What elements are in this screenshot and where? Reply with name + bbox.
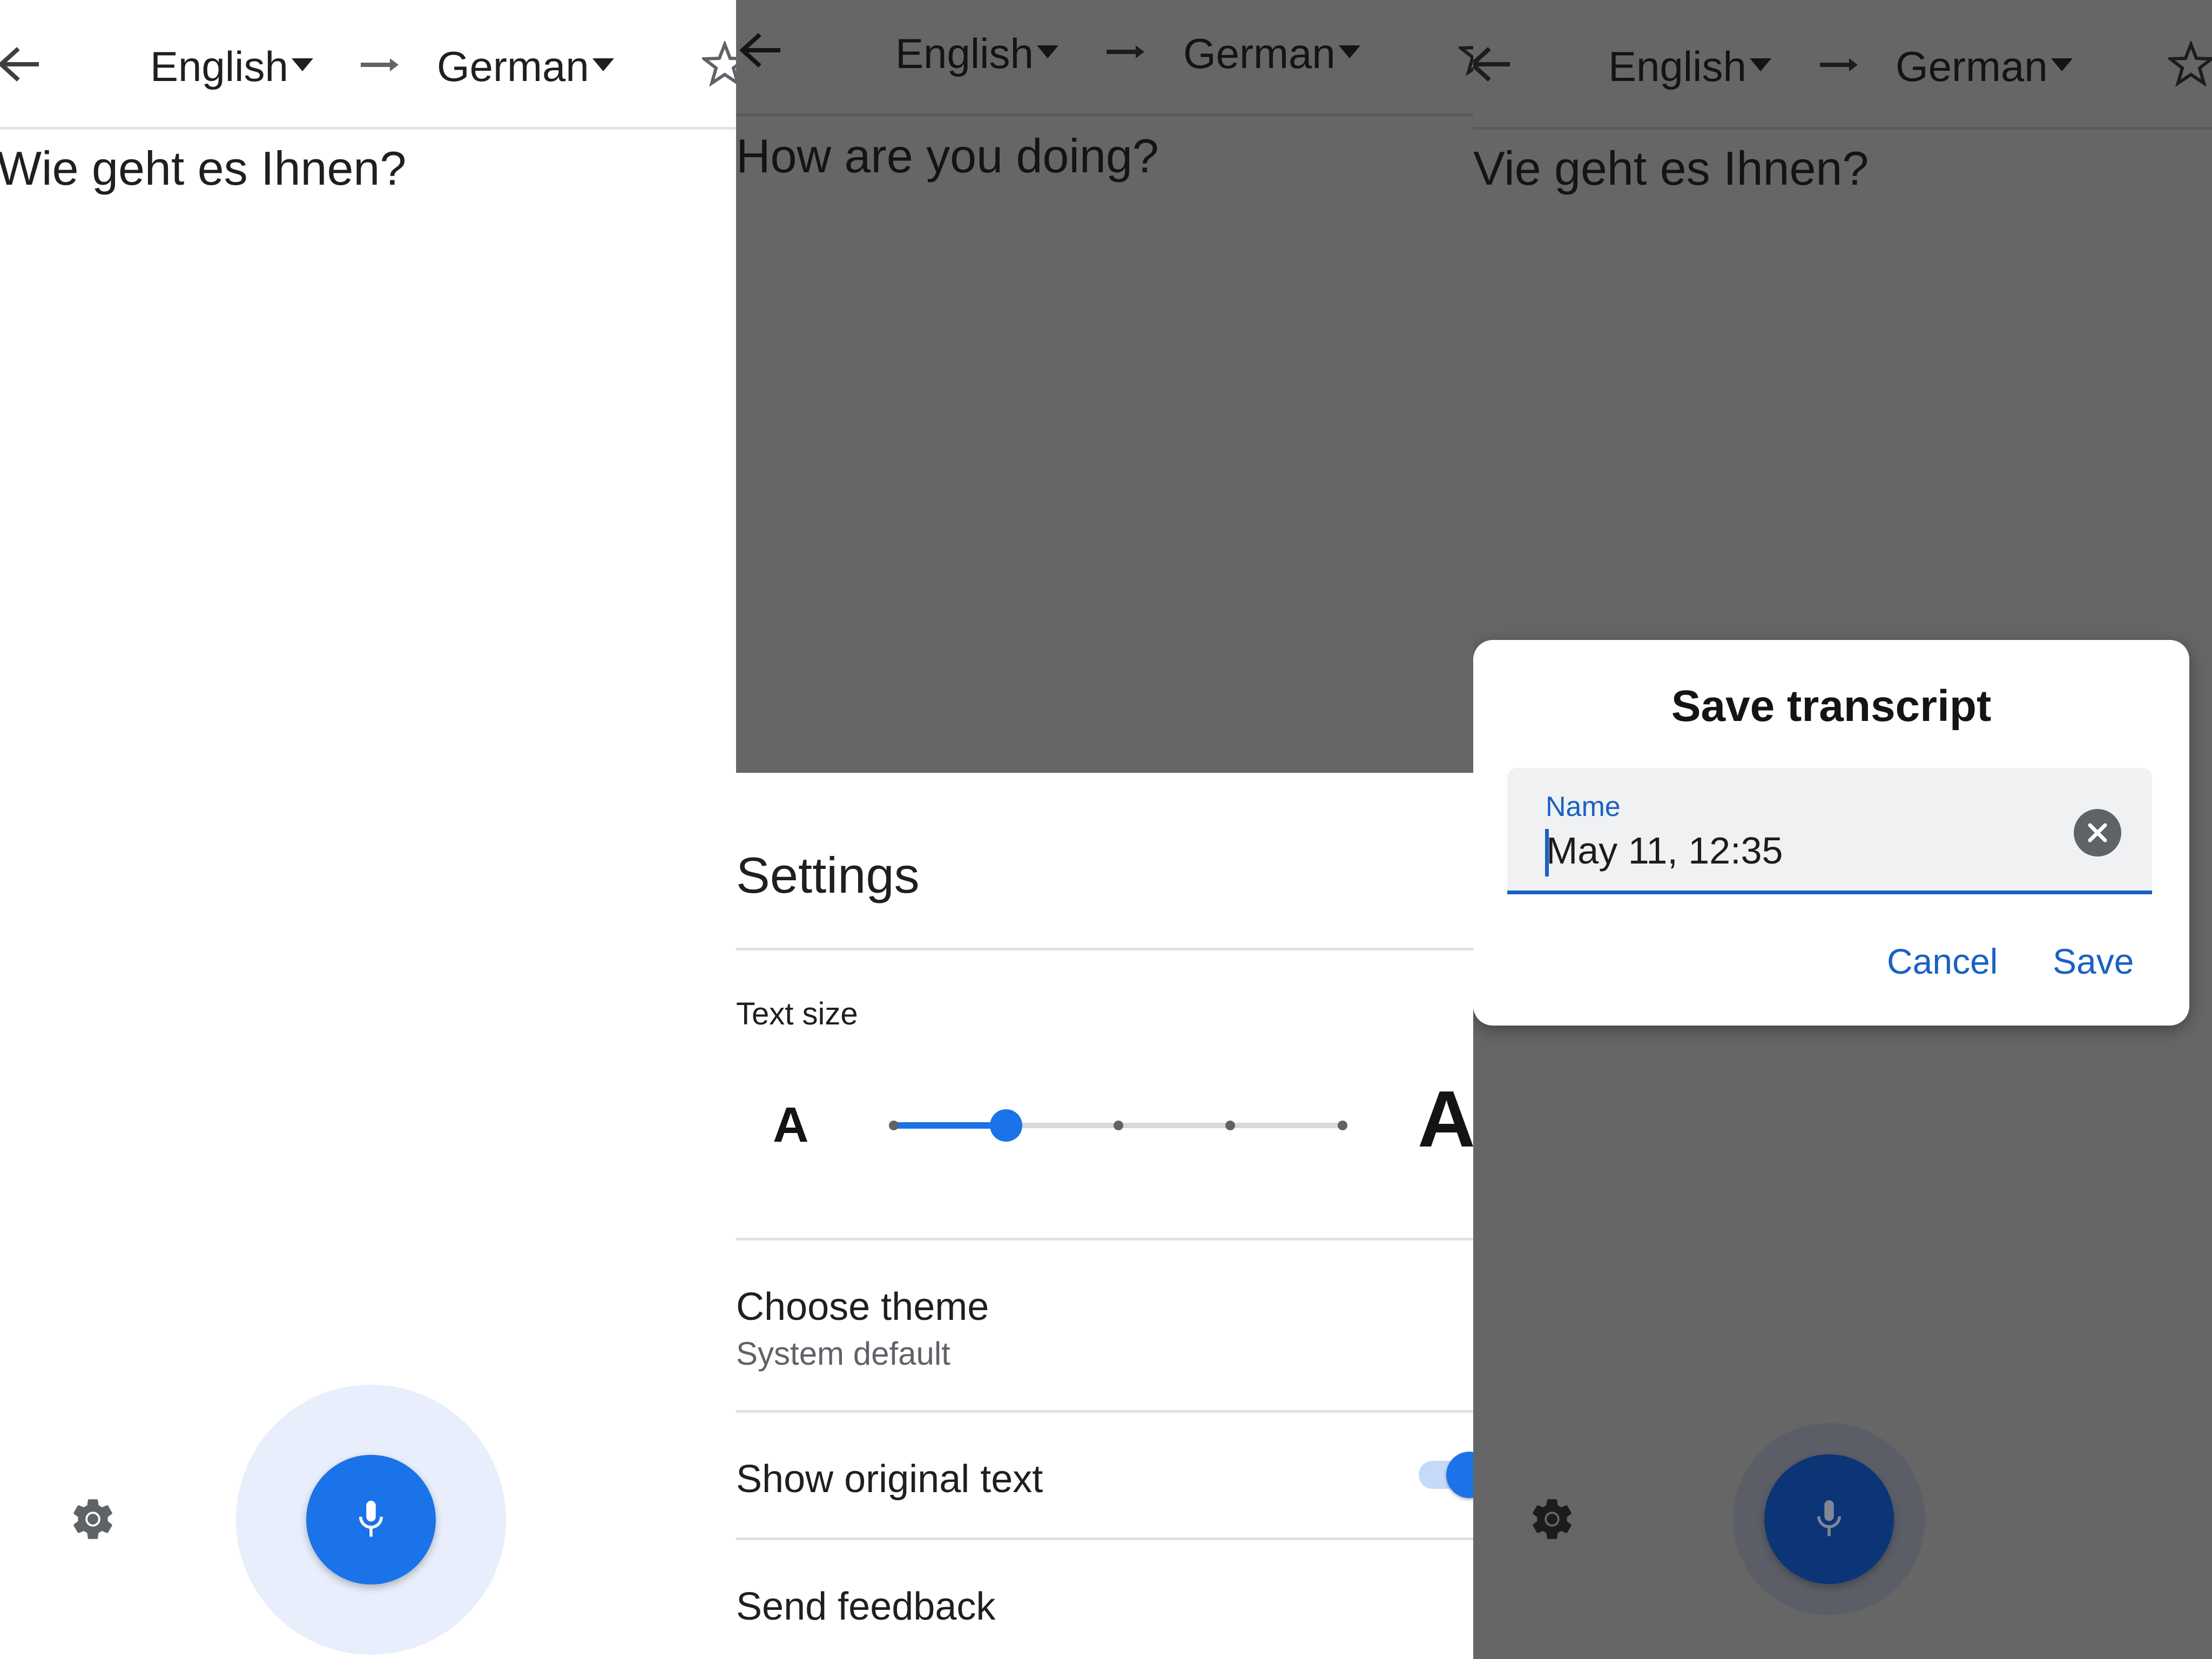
slider-tick[interactable]: [1225, 1121, 1236, 1130]
transcript-text: Vie geht es Ihnen?: [1473, 141, 1869, 195]
target-language-label: German: [1896, 43, 2048, 90]
dropdown-caret-icon: [1036, 45, 1058, 58]
back-arrow-icon[interactable]: [1473, 45, 1511, 83]
dropdown-caret-icon: [291, 58, 313, 71]
target-language-dropdown[interactable]: German: [1183, 32, 1360, 75]
star-outline-icon[interactable]: [2168, 41, 2212, 86]
panel-settings: English German How are you doing? Settin…: [736, 0, 1473, 1659]
settings-sheet: Settings Text size A A Choose theme Syst…: [736, 773, 1473, 1659]
target-language-dropdown[interactable]: German: [1896, 45, 2073, 87]
text-size-slider[interactable]: [889, 1104, 1347, 1147]
text-size-large-glyph: A: [1418, 1075, 1473, 1164]
save-button[interactable]: Save: [2053, 943, 2134, 979]
microphone-icon: [1817, 1500, 1842, 1536]
mic-button[interactable]: [1764, 1454, 1894, 1584]
slider-tick[interactable]: [889, 1121, 899, 1130]
transcript-text: How are you doing?: [736, 129, 1159, 183]
back-arrow-icon[interactable]: [0, 45, 40, 83]
text-size-label: Text size: [736, 996, 858, 1031]
arrow-right-icon: [1107, 41, 1147, 63]
choose-theme-row[interactable]: Choose theme System default: [736, 1240, 1473, 1408]
dropdown-caret-icon: [2051, 58, 2073, 71]
target-language-label: German: [437, 43, 589, 90]
star-outline-icon[interactable]: [702, 41, 736, 86]
microphone-icon: [359, 1501, 383, 1537]
cancel-button[interactable]: Cancel: [1887, 943, 1998, 979]
name-field[interactable]: Name May 11, 12:35: [1507, 768, 2152, 894]
choose-theme-label: Choose theme: [736, 1285, 989, 1328]
dropdown-caret-icon: [592, 58, 614, 71]
source-language-label: English: [895, 30, 1034, 77]
settings-divider: [736, 948, 1473, 950]
source-language-dropdown[interactable]: English: [150, 45, 313, 87]
slider-tick[interactable]: [1113, 1121, 1123, 1130]
save-transcript-dialog: Save transcript Name May 11, 12:35 Cance…: [1473, 640, 2189, 1026]
header-divider: [0, 127, 736, 130]
choose-theme-value: System default: [736, 1336, 950, 1372]
target-language-dropdown[interactable]: German: [437, 45, 614, 87]
slider-thumb[interactable]: [989, 1109, 1022, 1142]
gear-icon: [73, 1499, 112, 1539]
header-divider: [736, 113, 1473, 116]
target-language-label: German: [1183, 30, 1336, 77]
mic-button[interactable]: [306, 1455, 436, 1584]
dropdown-caret-icon: [1749, 58, 1771, 71]
panel-transcribe: English German Wie geht es Ihnen?: [0, 0, 736, 1659]
star-outline-icon[interactable]: [1459, 30, 1473, 76]
send-feedback-row[interactable]: Send feedback: [736, 1540, 1473, 1659]
source-language-label: English: [150, 43, 288, 90]
clear-text-button[interactable]: [2074, 809, 2121, 857]
show-original-text-label: Show original text: [736, 1458, 1043, 1501]
arrow-right-icon: [1820, 54, 1860, 76]
send-feedback-label: Send feedback: [736, 1585, 996, 1628]
text-size-small-glyph: A: [773, 1097, 809, 1152]
source-language-dropdown[interactable]: English: [895, 32, 1058, 75]
gear-icon: [1533, 1499, 1572, 1539]
source-language-label: English: [1608, 43, 1746, 90]
show-original-text-row[interactable]: Show original text: [736, 1413, 1473, 1537]
dropdown-caret-icon: [1338, 45, 1360, 58]
name-field-label: Name: [1546, 791, 1621, 822]
slider-tick[interactable]: [1338, 1121, 1347, 1130]
slider-active-track: [894, 1122, 1006, 1129]
name-field-value[interactable]: May 11, 12:35: [1546, 832, 1783, 869]
header-divider: [1473, 127, 2212, 130]
arrow-right-icon: [361, 54, 401, 76]
settings-title: Settings: [736, 847, 920, 903]
panel-save-dialog: English German Vie geht es Ihnen? Save t…: [1473, 0, 2212, 1659]
settings-gear-button[interactable]: [1527, 1494, 1577, 1544]
toggle-thumb: [1446, 1452, 1473, 1498]
clear-circle-icon: [2088, 823, 2107, 842]
dialog-title: Save transcript: [1671, 682, 1992, 731]
settings-gear-button[interactable]: [68, 1494, 118, 1544]
source-language-dropdown[interactable]: English: [1608, 45, 1771, 87]
back-arrow-icon[interactable]: [738, 31, 781, 69]
transcript-text: Wie geht es Ihnen?: [0, 141, 407, 195]
show-original-text-toggle[interactable]: [1419, 1452, 1473, 1498]
